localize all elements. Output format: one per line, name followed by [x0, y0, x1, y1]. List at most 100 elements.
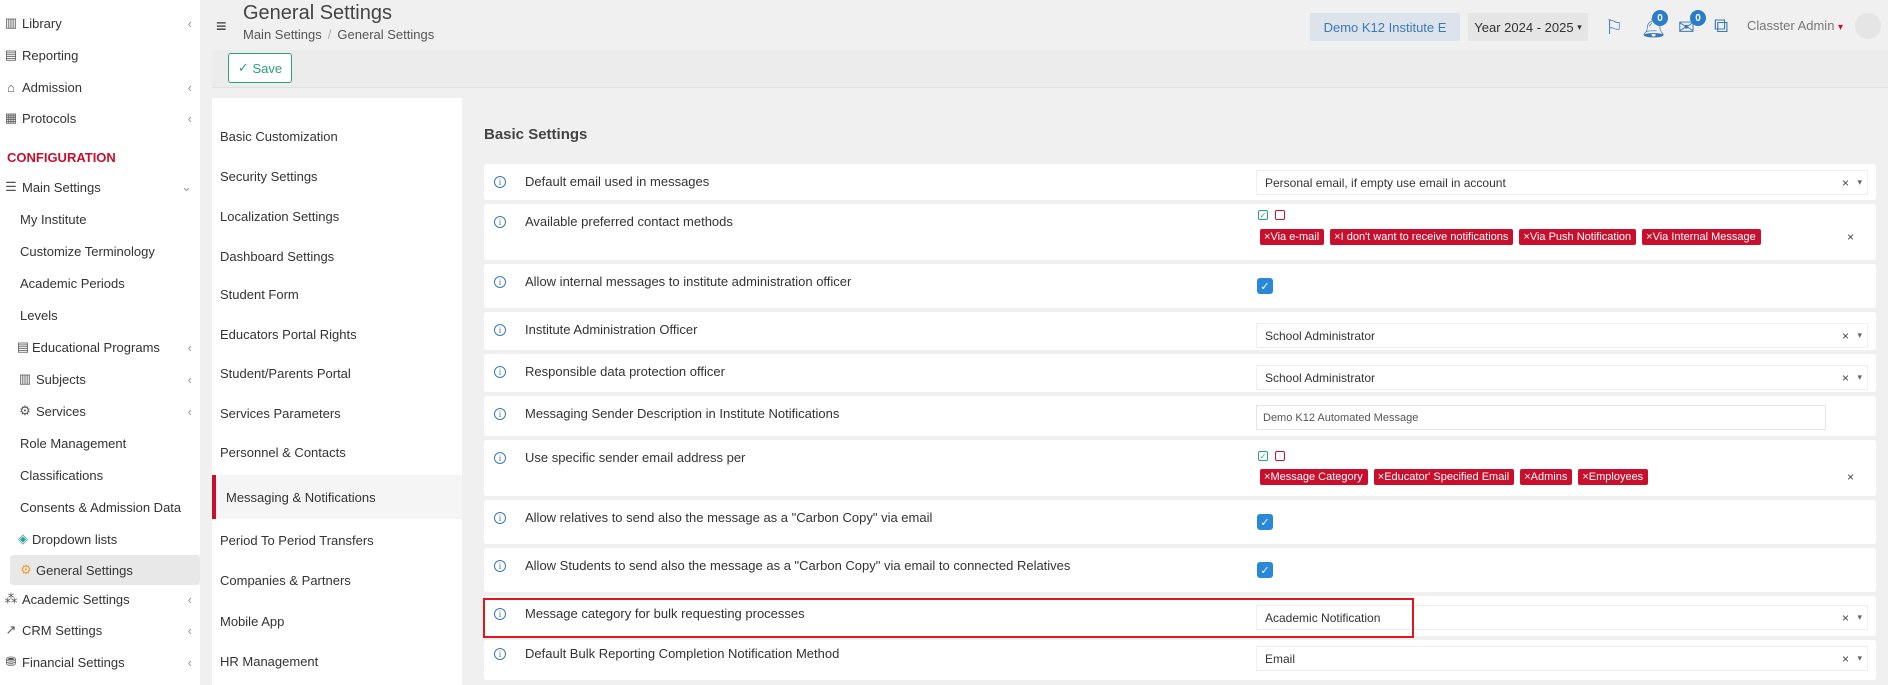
layers-icon: ◈	[18, 531, 28, 546]
clear-icon[interactable]: ×	[1842, 611, 1849, 625]
sidebar-item-protocols[interactable]: ▦ Protocols ‹	[0, 103, 200, 133]
sidebar-item-services[interactable]: ⚙ Services ‹	[0, 396, 200, 426]
info-icon[interactable]: i	[494, 216, 506, 228]
menu-item-companies-partners[interactable]: Companies & Partners	[212, 560, 462, 600]
menu-item-dashboard-settings[interactable]: Dashboard Settings	[212, 236, 462, 276]
default-email-select[interactable]: Personal email, if empty use email in ac…	[1256, 170, 1868, 195]
tag[interactable]: ×Via e-mail	[1260, 229, 1325, 245]
sidebar-item-crm-settings[interactable]: ↗ CRM Settings ‹	[0, 615, 200, 645]
info-icon[interactable]: i	[494, 366, 506, 378]
menu-item-educators-portal-rights[interactable]: Educators Portal Rights	[212, 314, 462, 354]
caret-down-icon[interactable]: ▾	[1857, 330, 1862, 341]
tag[interactable]: ×I don't want to receive notifications	[1330, 229, 1514, 245]
hamburger-menu-icon[interactable]: ≡	[216, 16, 227, 37]
year-selector[interactable]: Year 2024 - 2025 ▾	[1468, 13, 1588, 41]
sidebar-item-label: Consents & Admission Data	[20, 499, 182, 515]
deselect-all-icon[interactable]	[1275, 451, 1285, 461]
user-menu[interactable]: Classter Admin ▾	[1747, 18, 1843, 33]
printer-icon: ▤	[4, 47, 18, 62]
top-header: ≡ General Settings Main Settings / General…	[200, 0, 1888, 46]
info-icon[interactable]: i	[494, 176, 506, 188]
sidebar-item-library[interactable]: ▥ Library ‹	[0, 8, 200, 38]
breadcrumb-item[interactable]: Main Settings	[243, 27, 322, 42]
sidebar-item-customize-terminology[interactable]: Customize Terminology	[0, 236, 200, 266]
caret-down-icon[interactable]: ▾	[1857, 612, 1862, 623]
institute-selector[interactable]: Demo K12 Institute E	[1310, 13, 1460, 41]
tag[interactable]: ×Admins	[1520, 469, 1573, 485]
coins-icon: ⛃	[5, 654, 17, 669]
menu-item-security-settings[interactable]: Security Settings	[212, 156, 462, 196]
sender-description-input[interactable]: Demo K12 Automated Message	[1256, 405, 1826, 430]
tag[interactable]: ×Via Internal Message	[1642, 229, 1761, 245]
sidebar-item-subjects[interactable]: ▥ Subjects ‹	[0, 364, 200, 394]
clear-icon[interactable]: ×	[1842, 652, 1849, 666]
setting-row: i Message category for bulk requesting p…	[484, 596, 1876, 636]
tag[interactable]: ×Message Category	[1260, 469, 1368, 485]
info-icon[interactable]: i	[494, 608, 506, 620]
flag-icon[interactable]: ⚐	[1605, 15, 1623, 40]
info-icon[interactable]: i	[494, 560, 506, 572]
clear-icon[interactable]: ×	[1847, 230, 1854, 244]
info-icon[interactable]: i	[494, 276, 506, 288]
sidebar-item-admission[interactable]: ⌂ Admission ‹	[0, 72, 200, 102]
menu-item-basic-customization[interactable]: Basic Customization	[212, 116, 462, 156]
tag[interactable]: ×Educator' Specified Email	[1373, 469, 1515, 485]
info-icon[interactable]: i	[494, 512, 506, 524]
admin-officer-select[interactable]: School Administrator × ▾	[1256, 323, 1868, 348]
menu-item-services-parameters[interactable]: Services Parameters	[212, 393, 462, 433]
sidebar-item-academic-periods[interactable]: Academic Periods	[0, 268, 200, 298]
save-button[interactable]: ✓ Save	[228, 53, 292, 83]
menu-item-mobile-app[interactable]: Mobile App	[212, 601, 462, 641]
tag[interactable]: ×Via Push Notification	[1519, 229, 1637, 245]
sidebar-item-main-settings[interactable]: ☰ Main Settings ⌄	[0, 172, 200, 202]
sidebar-item-dropdown-lists[interactable]: ◈ Dropdown lists	[0, 524, 200, 554]
sidebar-item-educational-programs[interactable]: ▤ Educational Programs ‹	[0, 332, 200, 362]
sidebar-item-academic-settings[interactable]: ⁂ Academic Settings ‹	[0, 584, 200, 614]
sidebar-item-reporting[interactable]: ▤ Reporting	[0, 40, 200, 70]
tag[interactable]: ×Employees	[1578, 469, 1649, 485]
students-carbon-copy-checkbox[interactable]: ✓	[1257, 562, 1273, 578]
sidebar-item-levels[interactable]: Levels	[0, 300, 200, 330]
sidebar-item-role-management[interactable]: Role Management	[0, 428, 200, 458]
layers-add-icon[interactable]: ⧉	[1714, 15, 1728, 38]
caret-down-icon[interactable]: ▾	[1857, 372, 1862, 383]
sidebar-item-label: Academic Settings	[22, 591, 130, 607]
caret-down-icon[interactable]: ▾	[1857, 653, 1862, 664]
chevron-left-icon: ‹	[187, 15, 192, 31]
sidebar-item-general-settings[interactable]: ⚙ General Settings	[10, 555, 200, 585]
contact-methods-multiselect[interactable]: ×Via e-mail ×I don't want to receive not…	[1256, 226, 1868, 248]
allow-internal-messages-checkbox[interactable]: ✓	[1257, 278, 1273, 294]
chevron-left-icon: ‹	[187, 110, 192, 126]
sidebar-item-consents[interactable]: Consents & Admission Data	[0, 492, 200, 522]
bulk-message-category-select[interactable]: Academic Notification × ▾	[1256, 605, 1868, 630]
data-protection-officer-select[interactable]: School Administrator × ▾	[1256, 365, 1868, 390]
deselect-all-icon[interactable]	[1275, 210, 1285, 220]
sidebar-item-label: Main Settings	[22, 179, 101, 195]
menu-item-hr-management[interactable]: HR Management	[212, 641, 462, 681]
info-icon[interactable]: i	[494, 324, 506, 336]
clear-icon[interactable]: ×	[1842, 371, 1849, 385]
select-all-icon[interactable]: ✓	[1258, 451, 1268, 461]
relatives-carbon-copy-checkbox[interactable]: ✓	[1257, 514, 1273, 530]
menu-item-localization-settings[interactable]: Localization Settings	[212, 196, 462, 236]
menu-item-student-parents-portal[interactable]: Student/Parents Portal	[212, 353, 462, 393]
avatar[interactable]	[1855, 13, 1881, 39]
sidebar-item-label: Levels	[20, 307, 58, 323]
clear-icon[interactable]: ×	[1842, 176, 1849, 190]
menu-item-period-transfers[interactable]: Period To Period Transfers	[212, 520, 462, 560]
sender-email-multiselect[interactable]: ×Message Category ×Educator' Specified E…	[1256, 466, 1868, 488]
info-icon[interactable]: i	[494, 408, 506, 420]
info-icon[interactable]: i	[494, 452, 506, 464]
info-icon[interactable]: i	[494, 648, 506, 660]
select-all-icon[interactable]: ✓	[1258, 210, 1268, 220]
menu-item-student-form[interactable]: Student Form	[212, 274, 462, 314]
menu-item-messaging-notifications[interactable]: Messaging & Notifications	[212, 475, 462, 519]
caret-down-icon[interactable]: ▾	[1857, 177, 1862, 188]
sidebar-item-financial-settings[interactable]: ⛃ Financial Settings ‹	[0, 647, 200, 677]
sidebar-item-my-institute[interactable]: My Institute	[0, 204, 200, 234]
sidebar-item-classifications[interactable]: Classifications	[0, 460, 200, 490]
clear-icon[interactable]: ×	[1847, 470, 1854, 484]
menu-item-personnel-contacts[interactable]: Personnel & Contacts	[212, 432, 462, 472]
clear-icon[interactable]: ×	[1842, 329, 1849, 343]
bulk-completion-method-select[interactable]: Email × ▾	[1256, 646, 1868, 671]
